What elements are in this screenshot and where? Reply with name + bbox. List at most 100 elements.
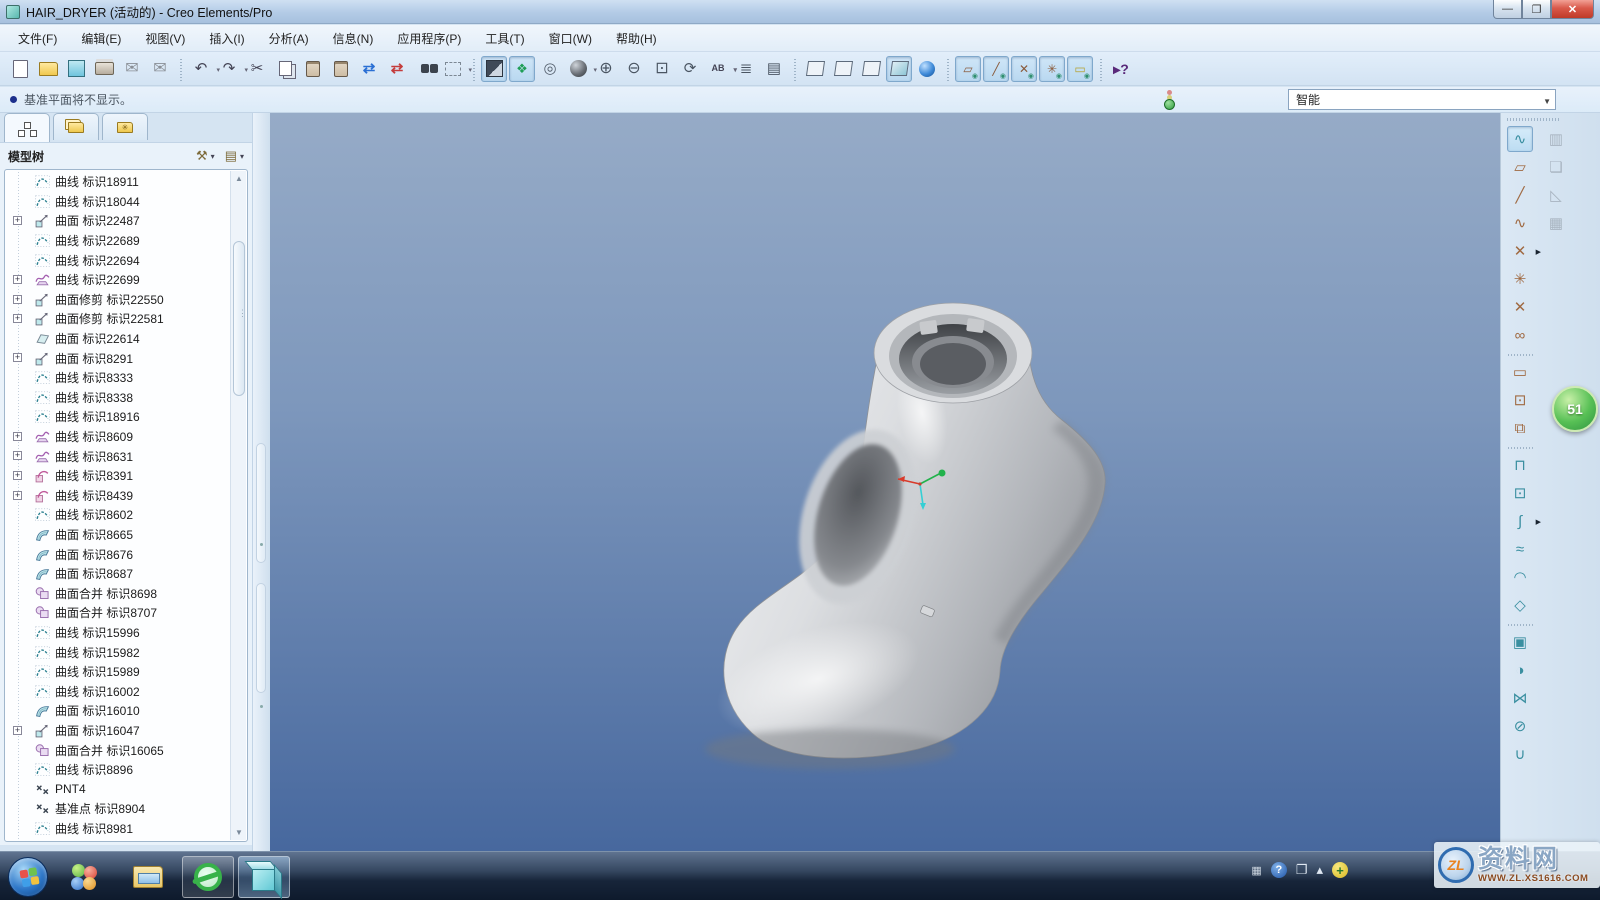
tree-settings-menu-button[interactable]: ▤ ▾ (225, 148, 244, 164)
surface-tool-button[interactable]: ◺ (1543, 182, 1569, 208)
graphics-viewport[interactable] (270, 113, 1500, 851)
spin-center-button[interactable]: ❖ (509, 55, 535, 82)
menu-insert[interactable]: 插入(I) (199, 26, 254, 51)
start-button[interactable] (8, 857, 48, 897)
tree-item[interactable]: 曲线 标识8333 (5, 368, 231, 388)
sketched-curve-button[interactable]: ∿ (1507, 210, 1533, 236)
tree-item[interactable]: 曲线 标识18916 (5, 407, 231, 427)
expand-icon[interactable]: + (13, 725, 22, 735)
saved-views-button[interactable]: AB ▾ (705, 56, 738, 82)
review-feature-button[interactable]: ⊡ (1507, 387, 1533, 413)
folder-browser-tab[interactable] (53, 113, 99, 140)
note-button[interactable]: ⧉ (1507, 415, 1533, 441)
menu-window[interactable]: 窗口(W) (539, 26, 602, 51)
datum-point-button[interactable]: ✕ ▶ (1507, 238, 1541, 264)
select-rect-button[interactable]: ▾ (440, 56, 472, 82)
tree-item[interactable]: 曲线 标识22694 (5, 250, 231, 270)
taskbar-app-quad[interactable] (58, 856, 110, 898)
redo-button[interactable]: ↷ ▾ (216, 56, 248, 82)
selection-filter-combo[interactable]: 智能 ▼ (1288, 89, 1556, 110)
wireframe-display-button[interactable] (802, 56, 828, 82)
tree-item[interactable]: PNT4 (5, 779, 231, 799)
tree-item[interactable]: 曲面 标识8676 (5, 544, 231, 564)
tree-item[interactable]: 曲线 标识15989 (5, 662, 231, 682)
tree-item[interactable]: 曲面合并 标识8707 (5, 603, 231, 623)
menu-help[interactable]: 帮助(H) (606, 26, 667, 51)
regenerate-manager-button[interactable]: ⇄ (384, 56, 410, 82)
model-tree-tab[interactable] (4, 113, 50, 142)
expand-icon[interactable]: + (13, 353, 22, 363)
copy-geometry-button[interactable]: ∞ (1507, 322, 1533, 348)
tree-item[interactable]: 曲线 标识18044 (5, 192, 231, 212)
tree-item[interactable]: 曲面 标识8687 (5, 564, 231, 584)
tray-help-icon[interactable]: ? (1270, 862, 1287, 878)
swept-blend-button[interactable]: ◇ (1507, 592, 1533, 618)
copy-surface-button[interactable]: ▣ (1507, 629, 1533, 655)
zoom-out-button[interactable]: ⊖ (621, 56, 647, 82)
tree-show-menu-button[interactable]: ⚒ ▾ (196, 148, 215, 164)
title-bar[interactable]: HAIR_DRYER (活动的) - Creo Elements/Pro — ❐… (0, 0, 1600, 24)
tree-item[interactable]: + 曲面修剪 标识22581 (5, 309, 231, 329)
tree-item[interactable]: 曲线 标识8602 (5, 505, 231, 525)
tree-item[interactable]: 曲线 标识15996 (5, 623, 231, 643)
merge-button[interactable]: ⋈ (1507, 685, 1533, 711)
expand-icon[interactable]: + (13, 294, 22, 304)
flyout-arrow-icon[interactable]: ▶ (1536, 518, 1541, 526)
new-file-button[interactable] (7, 56, 33, 82)
menu-tools[interactable]: 工具(T) (475, 26, 534, 51)
tree-item[interactable]: 曲面合并 标识16065 (5, 740, 231, 760)
tree-item[interactable]: 曲面 标识16010 (5, 701, 231, 721)
taskbar-app-browser[interactable] (182, 856, 234, 898)
hidden-line-display-button[interactable] (830, 56, 856, 82)
appearance-gallery-button[interactable]: ▾ (565, 56, 597, 82)
expand-icon[interactable]: + (13, 314, 22, 324)
overlay-badge[interactable]: 51 (1552, 386, 1598, 432)
datum-plane-button[interactable]: ▱ (1507, 154, 1533, 180)
tray-update-icon[interactable]: + (1332, 862, 1348, 878)
print-button[interactable] (91, 56, 117, 82)
tray-window-icon[interactable]: ❐ (1296, 862, 1308, 878)
copy-button[interactable] (272, 56, 298, 82)
scroll-up-icon[interactable]: ▲ (231, 171, 247, 186)
undo-button[interactable]: ↶ ▾ (188, 56, 220, 82)
mirror-button[interactable]: ◑ (1507, 657, 1533, 683)
menu-analysis[interactable]: 分析(A) (259, 26, 319, 51)
tree-item[interactable]: + 曲线 标识8391 (5, 466, 231, 486)
chevron-down-icon[interactable]: ▼ (1543, 97, 1551, 106)
tree-item[interactable]: 曲线 标识8338 (5, 388, 231, 408)
view-setup-button[interactable]: ◎ (537, 56, 563, 82)
annotation-toggle[interactable]: ▭ (1067, 55, 1093, 82)
open-file-button[interactable] (35, 56, 61, 82)
layers-button[interactable]: ≣ (733, 56, 759, 82)
cut-button[interactable]: ✂ (244, 56, 270, 82)
tree-item[interactable]: 曲面 标识8665 (5, 525, 231, 545)
offset-button[interactable]: ∪ (1507, 741, 1533, 767)
shaded-display-button[interactable] (886, 55, 912, 82)
expand-icon[interactable]: + (13, 470, 22, 480)
paste-button[interactable] (300, 56, 326, 82)
tree-item[interactable]: + 曲线 标识8609 (5, 427, 231, 447)
panel-splitter[interactable] (252, 113, 270, 851)
tree-item[interactable]: + 曲面 标识8291 (5, 348, 231, 368)
enhanced-realism-button[interactable] (914, 56, 940, 82)
save-button[interactable] (63, 56, 89, 82)
taskbar-app-explorer[interactable] (122, 856, 174, 898)
tree-item[interactable]: + 曲面 标识16047 (5, 721, 231, 741)
no-hidden-display-button[interactable] (858, 56, 884, 82)
taskbar-app-creo[interactable] (238, 856, 290, 898)
tree-scrollbar[interactable]: ▲ ▼ (230, 171, 247, 840)
tree-item[interactable]: + 曲线 标识8631 (5, 446, 231, 466)
tree-item[interactable]: 曲线 标识16002 (5, 681, 231, 701)
field-point-button[interactable]: ✕ (1507, 294, 1533, 320)
revolve-button[interactable]: ⊡ (1507, 480, 1533, 506)
repaint-button[interactable]: ⟳ (677, 56, 703, 82)
tree-item[interactable]: 曲线 标识8896 (5, 760, 231, 780)
tree-item[interactable]: 曲面 标识22614 (5, 329, 231, 349)
menu-view[interactable]: 视图(V) (135, 26, 195, 51)
facet-tool-button[interactable]: ▦ (1543, 210, 1569, 236)
flyout-arrow-icon[interactable]: ▶ (1536, 248, 1541, 256)
tree-item[interactable]: 曲线 标识18911 (5, 172, 231, 192)
paste-special-button[interactable] (328, 56, 354, 82)
menu-file[interactable]: 文件(F) (8, 26, 67, 51)
menu-edit[interactable]: 编辑(E) (71, 26, 131, 51)
